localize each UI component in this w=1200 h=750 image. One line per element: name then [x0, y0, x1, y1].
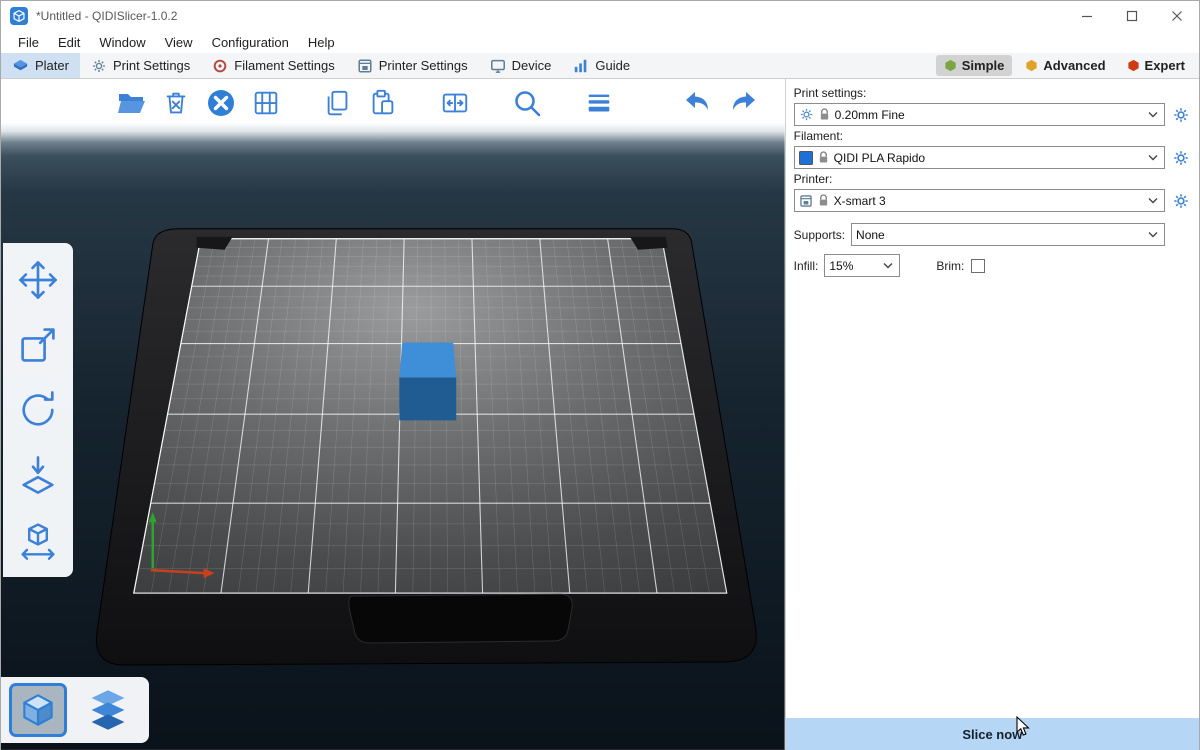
print-settings-combo[interactable]: 0.20mm Fine	[794, 103, 1165, 126]
plate-handle-cutout	[349, 594, 572, 643]
mode-advanced[interactable]: Advanced	[1017, 55, 1113, 76]
supports-label: Supports:	[794, 228, 845, 242]
brim-label: Brim:	[936, 259, 964, 273]
brim-checkbox[interactable]	[971, 259, 985, 273]
undo-icon[interactable]	[680, 84, 716, 122]
qidislicer-window: *Untitled - QIDISlicer-1.0.2 File Edit W…	[0, 0, 1200, 750]
infill-value: 15%	[829, 259, 876, 273]
menu-view[interactable]: View	[156, 33, 203, 52]
tab-guide[interactable]: Guide	[562, 53, 641, 78]
paste-icon[interactable]	[365, 84, 401, 122]
printer-icon	[799, 194, 813, 208]
tab-device[interactable]: Device	[479, 53, 563, 78]
split-icon[interactable]	[437, 84, 473, 122]
place-on-face-icon[interactable]	[13, 450, 63, 500]
plater-icon	[12, 57, 29, 74]
printer-value: X-smart 3	[834, 194, 1141, 208]
app-icon	[10, 7, 28, 25]
chevron-down-icon	[1146, 197, 1160, 204]
guide-bars-icon	[573, 58, 589, 74]
device-monitor-icon	[490, 58, 506, 74]
filament-combo[interactable]: QIDI PLA Rapido	[794, 146, 1165, 169]
copy-icon[interactable]	[320, 84, 356, 122]
filament-color-swatch	[799, 151, 813, 165]
menu-file[interactable]: File	[9, 33, 49, 52]
tab-print-settings[interactable]: Print Settings	[80, 53, 201, 78]
mode-switcher: Simple Advanced Expert	[936, 53, 1199, 78]
tab-printer-settings[interactable]: Printer Settings	[346, 53, 479, 78]
redo-icon[interactable]	[725, 84, 761, 122]
scale-to-fit-icon[interactable]	[13, 515, 63, 565]
edit-printer-button[interactable]	[1171, 191, 1191, 211]
advanced-mode-icon	[1025, 59, 1038, 72]
tabbar: Plater Print Settings Filament Settings …	[1, 53, 1199, 79]
3d-editor-view-icon[interactable]	[9, 683, 67, 737]
printer-combo[interactable]: X-smart 3	[794, 189, 1165, 212]
printer-icon	[357, 58, 373, 74]
3d-viewport[interactable]	[1, 79, 785, 750]
expert-mode-icon	[1127, 59, 1140, 72]
print-settings-label: Print settings:	[794, 86, 1191, 100]
lock-icon	[819, 108, 830, 121]
chevron-down-icon	[1146, 231, 1160, 238]
titlebar: *Untitled - QIDISlicer-1.0.2	[1, 1, 1199, 31]
supports-combo[interactable]: None	[851, 223, 1165, 246]
mode-simple[interactable]: Simple	[936, 55, 1013, 76]
filament-value: QIDI PLA Rapido	[834, 151, 1141, 165]
slice-now-button[interactable]: Slice now	[786, 718, 1199, 750]
menu-configuration[interactable]: Configuration	[203, 33, 299, 52]
menu-help[interactable]: Help	[299, 33, 345, 52]
minimize-button[interactable]	[1064, 1, 1109, 31]
infill-combo[interactable]: 15%	[824, 254, 900, 277]
menu-edit[interactable]: Edit	[49, 33, 90, 52]
infill-label: Infill:	[794, 259, 819, 273]
arrange-icon[interactable]	[248, 84, 284, 122]
lock-icon	[818, 151, 829, 164]
mode-expert[interactable]: Expert	[1119, 55, 1193, 76]
maximize-button[interactable]	[1109, 1, 1154, 31]
delete-icon[interactable]	[158, 84, 194, 122]
menu-window[interactable]: Window	[90, 33, 155, 52]
window-title: *Untitled - QIDISlicer-1.0.2	[36, 9, 177, 23]
lock-icon	[818, 194, 829, 207]
preset-gear-icon	[799, 107, 814, 122]
simple-mode-icon	[944, 59, 957, 72]
model-cube[interactable]	[399, 343, 456, 421]
print-settings-value: 0.20mm Fine	[835, 108, 1141, 122]
supports-value: None	[856, 228, 1141, 242]
settings-sidebar: Print settings: 0.20mm Fine Filament: QI…	[785, 79, 1199, 750]
open-icon[interactable]	[113, 84, 149, 122]
printer-label: Printer:	[794, 172, 1191, 186]
edit-filament-button[interactable]	[1171, 148, 1191, 168]
variable-layer-height-icon[interactable]	[581, 84, 617, 122]
menubar: File Edit Window View Configuration Help	[1, 31, 1199, 53]
chevron-down-icon	[1146, 111, 1160, 118]
object-toolbar	[113, 84, 761, 122]
print-settings-gear-icon	[91, 58, 107, 74]
filament-spool-icon	[212, 58, 228, 74]
3d-scene	[1, 79, 785, 750]
scale-icon[interactable]	[13, 320, 63, 370]
delete-all-icon[interactable]	[203, 84, 239, 122]
view-switcher	[1, 677, 149, 743]
preview-layers-icon[interactable]	[79, 683, 137, 737]
tab-filament-settings[interactable]: Filament Settings	[201, 53, 345, 78]
chevron-down-icon	[1146, 154, 1160, 161]
close-button[interactable]	[1154, 1, 1199, 31]
tab-plater[interactable]: Plater	[1, 53, 80, 78]
mouse-cursor	[1016, 716, 1031, 737]
move-icon[interactable]	[13, 255, 63, 305]
search-icon[interactable]	[509, 84, 545, 122]
filament-label: Filament:	[794, 129, 1191, 143]
edit-print-settings-button[interactable]	[1171, 105, 1191, 125]
chevron-down-icon	[881, 262, 895, 269]
rotate-icon[interactable]	[13, 385, 63, 435]
manipulation-toolbar	[3, 243, 73, 577]
